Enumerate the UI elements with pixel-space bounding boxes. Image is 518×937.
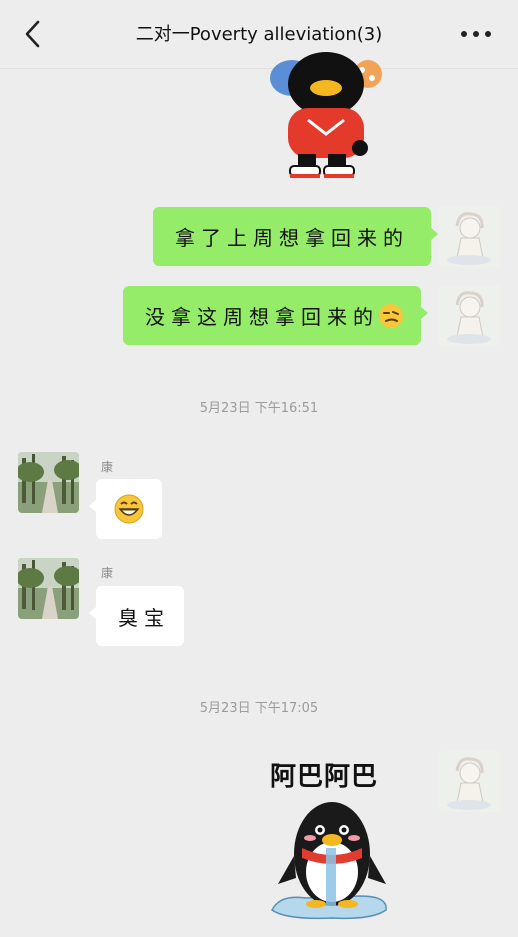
message-text: 臭宝 <box>118 605 170 630</box>
grin-face-emoji <box>114 494 144 524</box>
timestamp: 5月23日 下午16:51 <box>199 401 319 416</box>
message-bubble[interactable]: 拿了上周想拿回来的 <box>153 207 438 266</box>
penguin-drooling-sticker[interactable]: 阿巴阿巴 <box>262 752 402 922</box>
chat-header: 二对一Poverty alleviation(3) <box>0 0 518 69</box>
contact-avatar[interactable] <box>18 452 79 513</box>
more-horizontal-icon <box>461 31 491 37</box>
chat-title: 二对一Poverty alleviation(3) <box>135 24 383 45</box>
contact-avatar[interactable] <box>18 558 79 619</box>
message-bubble[interactable]: 臭宝 <box>89 586 184 646</box>
timestamp: 5月23日 下午17:05 <box>199 701 319 716</box>
message-bubble[interactable]: 没拿这周想拿回来的 <box>123 286 428 345</box>
back-button[interactable] <box>18 18 50 50</box>
self-avatar[interactable] <box>439 206 500 267</box>
message-text: 没拿这周想拿回来的 <box>145 305 379 329</box>
message-bubble[interactable] <box>89 479 162 539</box>
penguin-red-hoodie-sticker[interactable] <box>262 50 390 184</box>
sticker-caption: 阿巴阿巴 <box>270 762 379 792</box>
message-text: 拿了上周想拿回来的 <box>175 226 409 250</box>
chat-screen: 二对一Poverty alleviation(3) 拿了上周想拿回来的 没拿这周… <box>0 0 518 937</box>
smirk-face-emoji <box>379 303 403 328</box>
sender-name: 康 <box>101 566 114 580</box>
self-avatar[interactable] <box>439 751 500 812</box>
sender-name: 康 <box>101 460 114 474</box>
more-button[interactable] <box>458 22 494 46</box>
chevron-left-icon <box>25 20 40 48</box>
self-avatar[interactable] <box>439 285 500 346</box>
